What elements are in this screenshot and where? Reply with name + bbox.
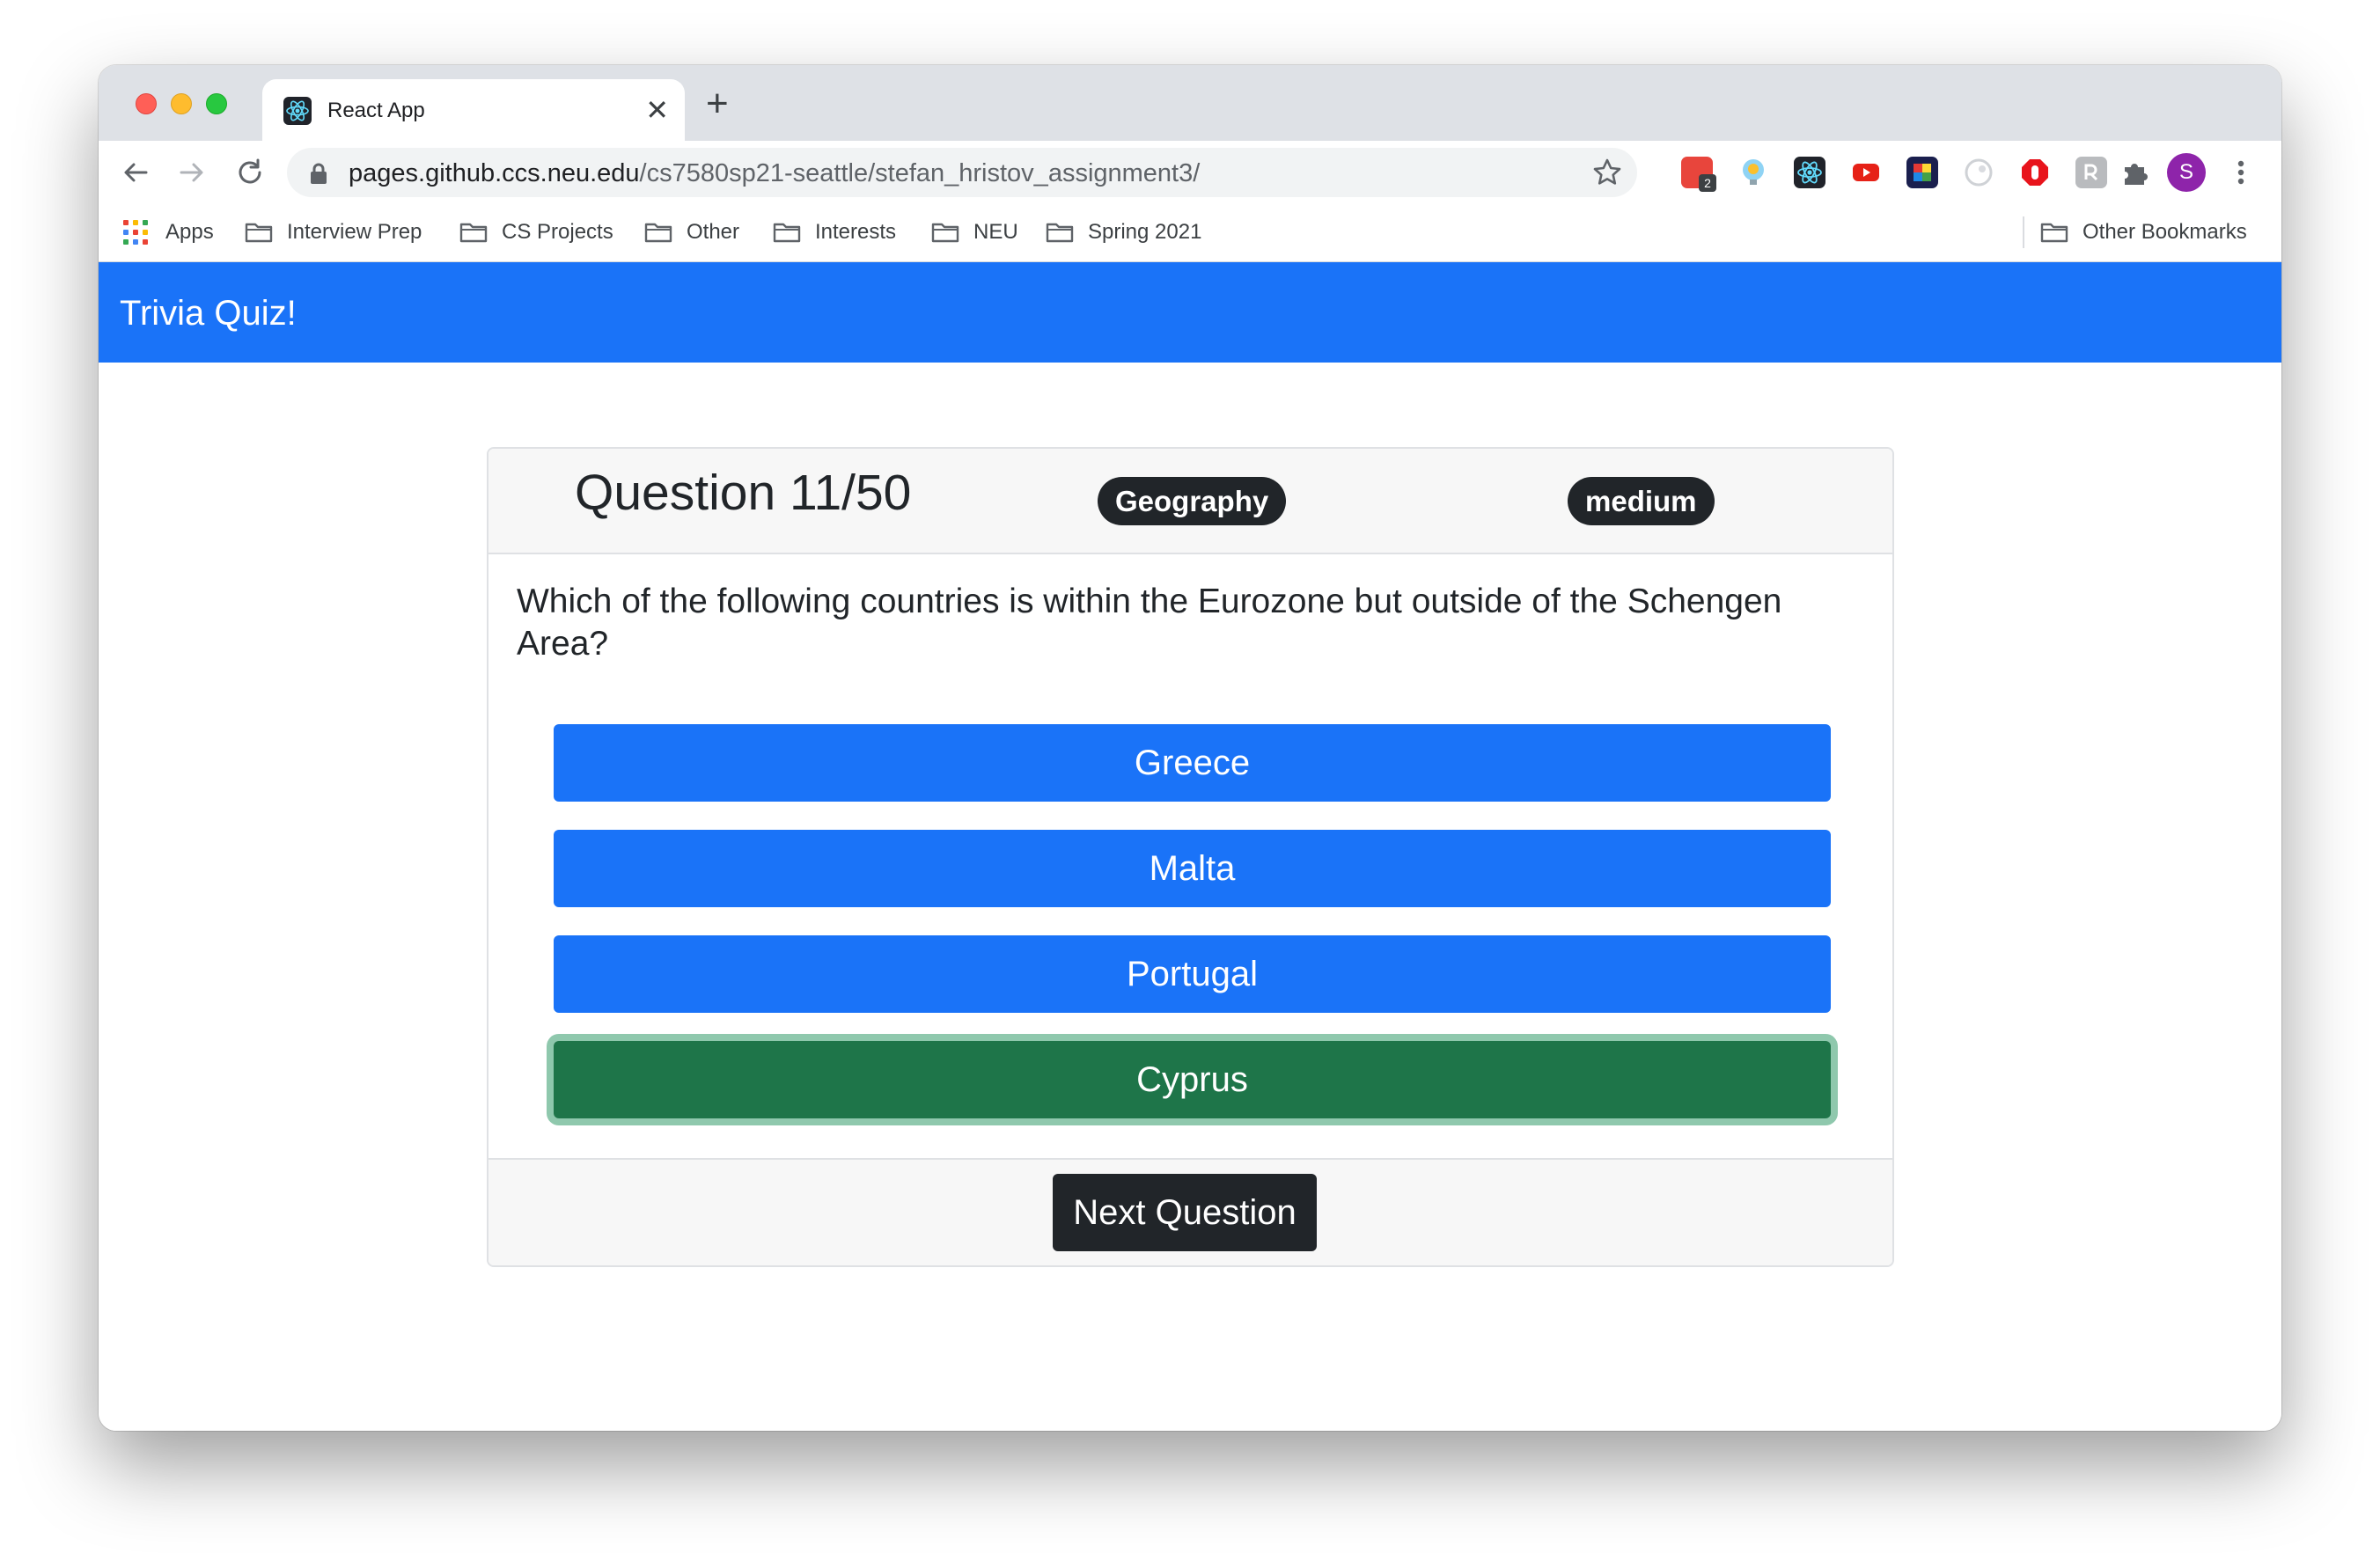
url-text[interactable]: pages.github.ccs.neu.edu/cs7580sp21-seat… xyxy=(349,158,1200,188)
kebab-menu-icon[interactable] xyxy=(2232,153,2250,192)
quiz-card-header: Question 11/50 Geography medium xyxy=(488,449,1892,554)
browser-window: React App ✕ + pages.github.ccs.neu.edu/c… xyxy=(99,65,2281,1431)
bookmark-label: Other xyxy=(687,220,740,244)
answer-button-malta[interactable]: Malta xyxy=(554,830,1831,907)
bookmark-label: Apps xyxy=(165,220,214,244)
folder-icon xyxy=(644,223,672,243)
bookmark-spring-2021[interactable]: Spring 2021 xyxy=(1046,216,1201,248)
app-navbar: Trivia Quiz! xyxy=(99,262,2281,363)
url-host: pages.github.ccs.neu.edu xyxy=(349,159,640,187)
bookmarks-divider xyxy=(2023,216,2024,248)
folder-icon xyxy=(2040,223,2068,243)
lock-icon[interactable] xyxy=(308,162,329,185)
lightbulb-extension-icon[interactable] xyxy=(1737,157,1769,188)
new-tab-button[interactable]: + xyxy=(706,84,729,123)
bookmark-label: Spring 2021 xyxy=(1088,220,1202,244)
bookmark-label: Other Bookmarks xyxy=(2082,220,2247,244)
bookmark-label: Interview Prep xyxy=(287,220,422,244)
difficulty-badge: medium xyxy=(1568,477,1715,525)
adblock-extension-icon[interactable] xyxy=(2019,157,2051,188)
folder-icon xyxy=(1046,223,1074,243)
answer-button-cyprus[interactable]: Cyprus xyxy=(554,1041,1831,1118)
tab-title: React App xyxy=(327,99,425,122)
bookmark-other-bookmarks[interactable]: Other Bookmarks xyxy=(2040,216,2247,248)
forward-arrow-icon[interactable] xyxy=(173,153,211,192)
browser-toolbar: pages.github.ccs.neu.edu/cs7580sp21-seat… xyxy=(99,141,2281,204)
quiz-card: Question 11/50 Geography medium Which of… xyxy=(487,447,1894,1267)
folder-icon xyxy=(773,223,801,243)
answer-button-greece[interactable]: Greece xyxy=(554,724,1831,802)
page-content: Trivia Quiz! Question 11/50 Geography me… xyxy=(99,262,2281,1431)
bookmark-interview-prep[interactable]: Interview Prep xyxy=(245,216,422,248)
colorful-extension-icon[interactable] xyxy=(1906,157,1938,188)
address-bar[interactable]: pages.github.ccs.neu.edu/cs7580sp21-seat… xyxy=(287,148,1637,197)
category-badge: Geography xyxy=(1098,477,1287,525)
next-question-button[interactable]: Next Question xyxy=(1053,1174,1317,1251)
youtube-extension-icon[interactable] xyxy=(1850,157,1882,188)
bookmark-label: CS Projects xyxy=(502,220,613,244)
bookmark-interests[interactable]: Interests xyxy=(773,216,896,248)
question-number: Question 11/50 xyxy=(575,465,912,521)
close-window-button[interactable] xyxy=(136,93,157,114)
bookmark-label: NEU xyxy=(973,220,1018,244)
bookmark-cs-projects[interactable]: CS Projects xyxy=(459,216,613,248)
bookmark-neu[interactable]: NEU xyxy=(931,216,1018,248)
circle-extension-icon[interactable] xyxy=(1963,157,1994,188)
profile-avatar[interactable]: S xyxy=(2167,153,2206,192)
answer-button-portugal[interactable]: Portugal xyxy=(554,935,1831,1013)
calendar-extension-icon[interactable]: 2 xyxy=(1681,157,1716,192)
puzzle-extensions-icon[interactable] xyxy=(2119,157,2151,188)
reload-icon[interactable] xyxy=(231,153,269,192)
minimize-window-button[interactable] xyxy=(171,93,192,114)
tab-close-icon[interactable]: ✕ xyxy=(645,95,669,125)
url-path: /cs7580sp21-seattle/stefan_hristov_assig… xyxy=(639,159,1201,187)
tab-react-app[interactable]: React App ✕ xyxy=(262,79,685,141)
navbar-brand[interactable]: Trivia Quiz! xyxy=(120,292,297,334)
tab-strip: React App ✕ + xyxy=(99,65,2281,141)
folder-icon xyxy=(931,223,959,243)
back-arrow-icon[interactable] xyxy=(116,153,155,192)
bookmarks-bar: Apps Interview Prep CS Projects Other In… xyxy=(99,204,2281,262)
bookmark-star-icon[interactable] xyxy=(1591,157,1623,188)
folder-icon xyxy=(459,223,488,243)
bookmark-apps[interactable]: Apps xyxy=(123,216,214,248)
bookmark-other[interactable]: Other xyxy=(644,216,739,248)
extension-badge: 2 xyxy=(1699,174,1716,192)
maximize-window-button[interactable] xyxy=(206,93,227,114)
grey-extension-icon[interactable] xyxy=(2075,157,2107,188)
question-text: Which of the following countries is with… xyxy=(517,583,1782,663)
apps-grid-icon xyxy=(123,220,148,245)
bookmark-label: Interests xyxy=(815,220,897,244)
quiz-card-footer: Next Question xyxy=(488,1158,1892,1265)
react-devtools-icon[interactable] xyxy=(1794,157,1825,188)
folder-icon xyxy=(245,223,273,243)
react-logo-icon xyxy=(283,97,312,125)
